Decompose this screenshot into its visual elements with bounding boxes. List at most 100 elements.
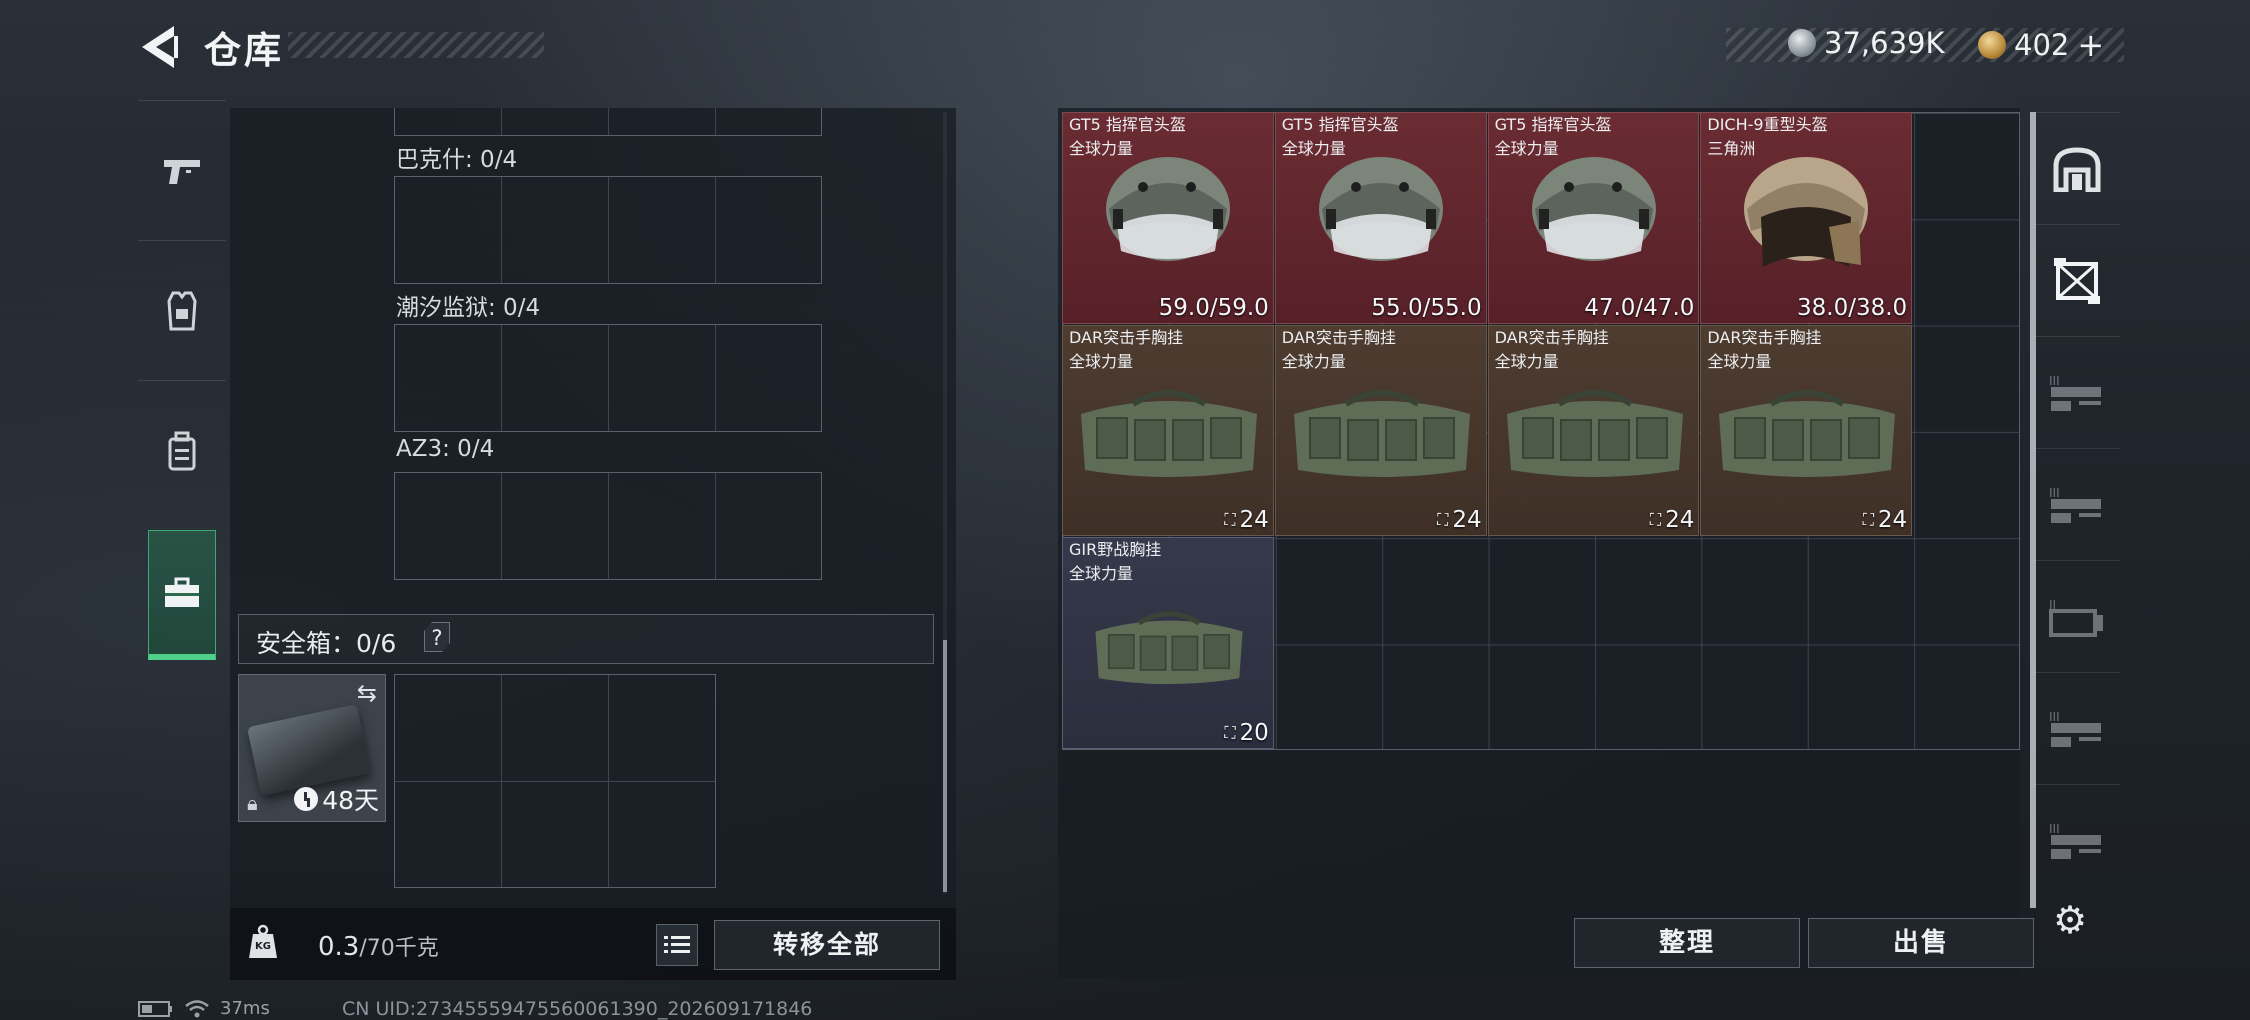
storage-tab-3[interactable]: III <box>2034 448 2120 560</box>
item-value: 55.0/55.0 <box>1371 295 1481 321</box>
expansion-box-icon: II <box>2049 598 2103 637</box>
panel-scrollbar-thumb[interactable] <box>943 640 947 892</box>
item-durability: 38.0/38.0 <box>1797 294 1908 321</box>
item-name: DICH-9重型头盔 <box>1707 115 1828 134</box>
pistol-icon <box>164 159 200 184</box>
expansion-box-icon: III <box>2049 710 2101 747</box>
item-name: DAR突击手胸挂 <box>1281 327 1396 347</box>
vest-item[interactable]: DAR突击手胸挂 全球力量 ⛶ 24 <box>1700 324 1913 537</box>
silver-coin-icon <box>1788 29 1816 57</box>
slot-grid-tide-prison[interactable] <box>394 324 822 432</box>
svg-text:III: III <box>2049 822 2060 836</box>
gold-currency[interactable]: 402 + <box>1978 26 2104 64</box>
item-name: GT5 指挥官头盔 <box>1281 115 1399 134</box>
list-icon <box>664 936 690 953</box>
vest-item[interactable]: GIR野战胸挂 全球力量 ⛶ 20 <box>1062 537 1274 749</box>
storage-tab-2[interactable]: III <box>2034 336 2120 448</box>
sort-button[interactable]: 整理 <box>1574 918 1800 968</box>
svg-text:III: III <box>2049 374 2060 388</box>
transfer-all-button[interactable]: 转移全部 <box>714 920 940 970</box>
item-faction: 全球力量 <box>1281 351 1346 371</box>
vest-capacity-icon: ⛶ <box>1649 510 1662 530</box>
helmet-image <box>1531 157 1656 261</box>
vest-item[interactable]: DAR突击手胸挂 全球力量 ⛶ 24 <box>1274 324 1487 537</box>
item-capacity: 24 <box>1877 507 1908 534</box>
lock-icon: 🔒︎ <box>247 791 258 815</box>
storage-tab-5[interactable]: III <box>2034 672 2120 784</box>
safe-case-item[interactable]: ⇆ 🔒︎ 48天 <box>238 674 386 822</box>
item-durability: 55.0/55.0 <box>1371 294 1482 321</box>
back-arrow-icon <box>142 26 178 68</box>
helmet-item[interactable]: GT5 指挥官头盔 全球力量 55.0/55.0 <box>1274 112 1487 324</box>
item-durability: 47.0/47.0 <box>1584 294 1695 321</box>
slot-label-az3: AZ3: 0/4 <box>396 436 495 462</box>
vest-item[interactable]: DAR突击手胸挂 全球力量 ⛶ 24 <box>1062 324 1274 537</box>
storage-tab-4[interactable]: II <box>2034 560 2120 672</box>
weight-current: 0.3 <box>318 932 360 962</box>
swap-icon[interactable]: ⇆ <box>357 679 377 707</box>
item-value: ⛶ 24 <box>1650 507 1694 533</box>
svg-text:III: III <box>2049 486 2060 500</box>
svg-text:III: III <box>2049 710 2060 724</box>
expansion-box-icon: III <box>2049 486 2101 523</box>
storage-tab-6[interactable]: III <box>2034 784 2120 896</box>
silver-currency: 37,639K <box>1788 26 1945 60</box>
rail-item-safe-box[interactable] <box>148 530 216 660</box>
slot-grid-bakhmut[interactable] <box>394 176 822 284</box>
item-value: 47.0/47.0 <box>1584 295 1694 321</box>
item-name: DAR突击手胸挂 <box>1494 327 1609 347</box>
settings-gear-icon[interactable]: ⚙ <box>2050 900 2090 940</box>
weight-max: /70千克 <box>359 936 439 961</box>
title-decoration <box>288 32 544 58</box>
expansion-box-icon: III <box>2049 822 2101 859</box>
add-currency-button[interactable]: + <box>2077 26 2104 64</box>
rail-item-backpack[interactable] <box>138 380 226 520</box>
item-faction: 全球力量 <box>1069 351 1134 371</box>
vest-image <box>1506 389 1683 477</box>
item-faction: 全球力量 <box>1494 351 1559 371</box>
back-button[interactable] <box>138 22 182 72</box>
weight-icon-label: KG <box>255 941 271 952</box>
helmet-item[interactable]: DICH-9重型头盔 三角洲 38.0/38.0 <box>1700 112 1913 324</box>
vest-image <box>1095 611 1243 685</box>
item-faction: 全球力量 <box>1069 139 1134 158</box>
page-title: 仓库 <box>204 29 284 72</box>
item-name: DAR突击手胸挂 <box>1707 327 1822 347</box>
storage-rail: III III II III III <box>2026 112 2120 912</box>
helmet-item[interactable]: GT5 指挥官头盔 全球力量 59.0/59.0 <box>1062 112 1274 324</box>
vest-item[interactable]: DAR突击手胸挂 全球力量 ⛶ 24 <box>1487 324 1700 537</box>
vault-icon <box>2053 146 2101 192</box>
helmet-item[interactable]: GT5 指挥官头盔 全球力量 47.0/47.0 <box>1487 112 1700 324</box>
vest-image <box>1081 389 1257 477</box>
item-name: DAR突击手胸挂 <box>1069 327 1184 347</box>
helmet-image <box>1318 157 1443 261</box>
item-faction: 全球力量 <box>1707 351 1772 371</box>
user-uid: CN UID:27345559475560061390_202609171846 <box>342 998 813 1020</box>
slot-label-bakhmut: 巴克什: 0/4 <box>396 147 518 173</box>
item-name: GT5 指挥官头盔 <box>1494 115 1612 134</box>
weight-readout: 0.3/70千克 <box>318 930 439 962</box>
storage-tab-active[interactable] <box>2034 224 2120 336</box>
clock-icon <box>294 787 319 811</box>
expansion-box-icon: III <box>2049 374 2101 411</box>
item-capacity: 24 <box>1452 507 1482 534</box>
vest-capacity-icon: ⛶ <box>1224 722 1236 742</box>
item-capacity: 24 <box>1239 507 1269 534</box>
item-faction: 全球力量 <box>1281 139 1346 158</box>
storage-tab-main[interactable] <box>2034 112 2120 224</box>
safe-box-grid[interactable] <box>394 674 716 888</box>
rail-item-armor[interactable] <box>138 240 226 380</box>
item-value: ⛶ 24 <box>1863 507 1907 533</box>
rail-item-weapons[interactable] <box>138 100 226 240</box>
item-value: 38.0/38.0 <box>1797 295 1907 321</box>
silver-amount: 37,639K <box>1824 26 1945 60</box>
safe-case-days: 48天 <box>322 786 379 815</box>
slot-label-tide-prison: 潮汐监狱: 0/4 <box>396 295 541 321</box>
safe-box-label: 安全箱：0/6 <box>256 629 397 658</box>
vest-capacity-icon: ⛶ <box>1224 510 1236 530</box>
sell-button[interactable]: 出售 <box>1808 918 2034 968</box>
slot-grid-az3[interactable] <box>394 472 822 580</box>
item-name: GT5 指挥官头盔 <box>1069 115 1186 134</box>
list-view-button[interactable] <box>656 924 698 966</box>
briefcase-icon <box>165 577 199 607</box>
